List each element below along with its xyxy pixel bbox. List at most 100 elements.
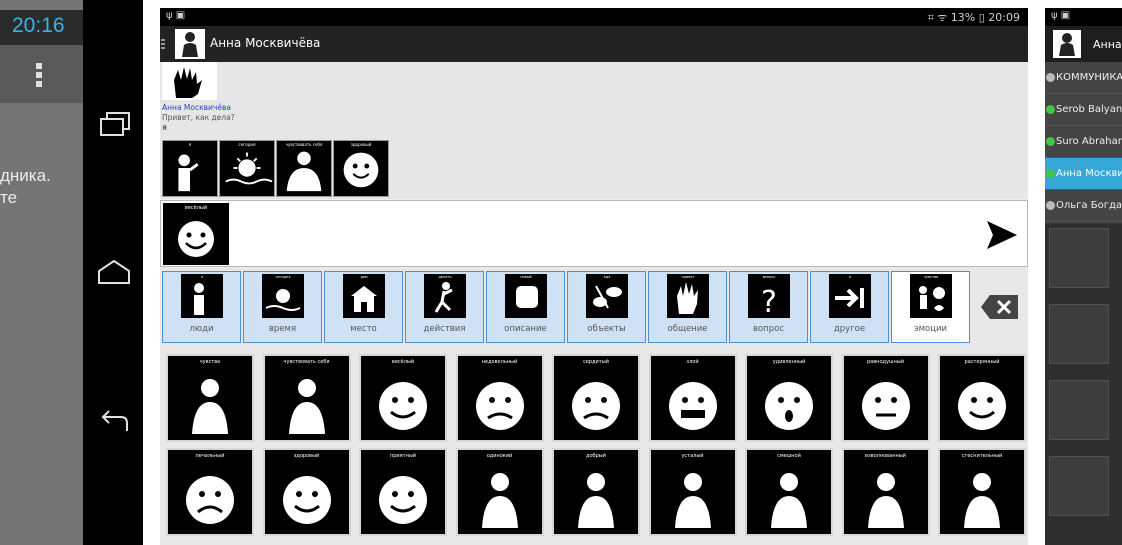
messenger-app-screen: ψ ▣ ⌗ ᯤ 13% ▯ 20:09 Анна Москвичёва Анна…: [160, 8, 1028, 545]
symbol-tile[interactable]: растерянный: [938, 354, 1026, 442]
symbol-tile[interactable]: равнодушный: [841, 354, 930, 442]
symbol-tile[interactable]: добрый: [552, 448, 640, 536]
right-phone-status-icons: ψ ▣: [1051, 10, 1071, 21]
back-icon[interactable]: [93, 405, 135, 439]
home-icon[interactable]: [93, 255, 135, 289]
symbol-tile[interactable]: усталый: [648, 448, 737, 536]
symbol-label: сердитый: [583, 359, 609, 365]
contact-item[interactable]: Ольга Богданова: [1045, 190, 1122, 222]
status-dot-icon: [1046, 169, 1055, 178]
contact-item[interactable]: Serob Balyan: [1045, 94, 1122, 126]
composed-symbol-tile[interactable]: весёлый: [163, 203, 229, 265]
left-phone-text-line1: дника.: [0, 166, 51, 185]
frown-face-icon: [475, 382, 524, 430]
category-picture-label: еда: [603, 275, 611, 279]
category-picture-label: сегодня: [275, 275, 291, 279]
wink-face-icon: [958, 382, 1006, 430]
symbol-label: приятный: [389, 453, 417, 459]
message-symbol-tile: я: [162, 140, 218, 197]
symbol-label: печальный: [195, 453, 225, 459]
category-objects[interactable]: еда объекты: [567, 271, 646, 343]
contact-item[interactable]: КОММУНИКАЦИЯ: [1045, 62, 1122, 94]
hand-wave-icon: [162, 62, 217, 100]
symbol-label: злой: [686, 359, 699, 365]
left-phone-overflow-menu[interactable]: [0, 45, 83, 103]
overflow-menu-icon[interactable]: [36, 63, 42, 90]
feel-oneself-icon: [286, 151, 322, 192]
category-label: время: [268, 324, 297, 334]
symbol-tile[interactable]: взволнованный: [841, 448, 930, 536]
dimmed-symbol-tile: [1049, 304, 1109, 364]
status-dot-icon: [1046, 105, 1055, 114]
recent-apps-icon[interactable]: [93, 108, 135, 142]
smile-face-icon: [379, 382, 427, 430]
contact-name: КОММУНИКАЦИЯ: [1056, 72, 1122, 83]
person-icon: [194, 283, 204, 315]
backspace-icon[interactable]: [980, 294, 1020, 320]
contact-name: Анна Москвичёва: [1056, 168, 1122, 179]
category-communication[interactable]: привет общение: [648, 271, 727, 343]
surprised-face-icon: [765, 382, 813, 430]
symbol-tile[interactable]: злой: [648, 354, 737, 442]
status-dot-icon: [1046, 201, 1055, 210]
category-other[interactable]: к другое: [810, 271, 889, 343]
symbol-label: чувства: [199, 359, 221, 365]
contact-avatar[interactable]: [1053, 30, 1081, 58]
left-phone-text-line2: те: [0, 188, 18, 207]
drawer-menu-icon[interactable]: [161, 39, 165, 51]
symbol-tile[interactable]: удивленный: [745, 354, 833, 442]
category-emotions[interactable]: чувства эмоции: [891, 271, 970, 343]
contact-item-selected[interactable]: Анна Москвичёва: [1045, 158, 1122, 190]
message-symbol-strip: я сегодня чувствовать себя здоровый: [162, 140, 389, 197]
category-description[interactable]: новый описание: [486, 271, 565, 343]
symbol-label: усталый: [681, 453, 704, 459]
category-picture: сегодня: [262, 274, 304, 318]
symbol-tile[interactable]: стеснительный: [938, 448, 1026, 536]
symbol-tile[interactable]: смешной: [745, 448, 833, 536]
symbol-label: весёлый: [391, 359, 415, 365]
symbol-tile[interactable]: печальный: [166, 448, 254, 536]
symbol-tile[interactable]: одинокий: [455, 448, 544, 536]
category-label: вопрос: [752, 324, 785, 334]
symbol-tile[interactable]: чувства: [166, 354, 254, 442]
person-symbol-icon: [192, 379, 228, 434]
category-picture: привет: [667, 274, 709, 318]
status-right-info: ⌗ ᯤ 13% ▯ 20:09: [927, 11, 1020, 24]
message-compose-area[interactable]: весёлый: [160, 200, 1028, 267]
category-picture-label: вопрос: [762, 275, 776, 279]
food-icon: [593, 285, 622, 309]
symbol-tile[interactable]: весёлый: [359, 354, 447, 442]
symbol-tile[interactable]: недовольный: [455, 354, 544, 442]
contact-avatar[interactable]: [175, 29, 205, 59]
send-icon[interactable]: [985, 219, 1019, 251]
category-question[interactable]: вопрос ? вопрос: [729, 271, 808, 343]
hand-wave-icon: [677, 282, 698, 314]
contact-item[interactable]: Suro Abrahamyan: [1045, 126, 1122, 158]
symbol-label: растерянный: [964, 359, 1000, 365]
category-place[interactable]: дом место: [324, 271, 403, 343]
category-picture-label: новый: [520, 275, 532, 279]
svg-text:?: ?: [761, 285, 777, 318]
message-text: Привет, как дела?: [162, 113, 235, 122]
category-picture: вопрос ?: [748, 274, 790, 320]
arrow-to-bar-icon: [835, 288, 864, 308]
symbol-tile[interactable]: приятный: [359, 448, 447, 536]
right-phone-screen: ψ ▣ Анна КОММУНИКАЦИЯ Serob Balyan Suro …: [1045, 8, 1122, 545]
message-symbol-tile: сегодня: [219, 140, 275, 197]
status-dot-icon: [1046, 73, 1055, 82]
symbol-tile[interactable]: здоровый: [262, 448, 351, 536]
symbol-tile[interactable]: чувствовать себя: [262, 354, 351, 442]
category-label: место: [350, 324, 377, 334]
message-symbol-label: чувствовать себя: [285, 142, 323, 147]
category-time[interactable]: сегодня время: [243, 271, 322, 343]
category-people[interactable]: я люди: [162, 271, 241, 343]
symbol-tile[interactable]: сердитый: [552, 354, 640, 442]
sad-face-icon: [186, 476, 234, 524]
category-picture: новый: [505, 274, 547, 318]
contact-name: Suro Abrahamyan: [1056, 136, 1122, 147]
smile-face-icon: [282, 476, 331, 524]
category-actions[interactable]: делать действия: [405, 271, 484, 343]
chat-history: Анна Москвичёва Привет, как дела? я я се…: [160, 62, 1028, 199]
feelings-icon: [919, 286, 945, 311]
category-label: другое: [833, 324, 866, 334]
